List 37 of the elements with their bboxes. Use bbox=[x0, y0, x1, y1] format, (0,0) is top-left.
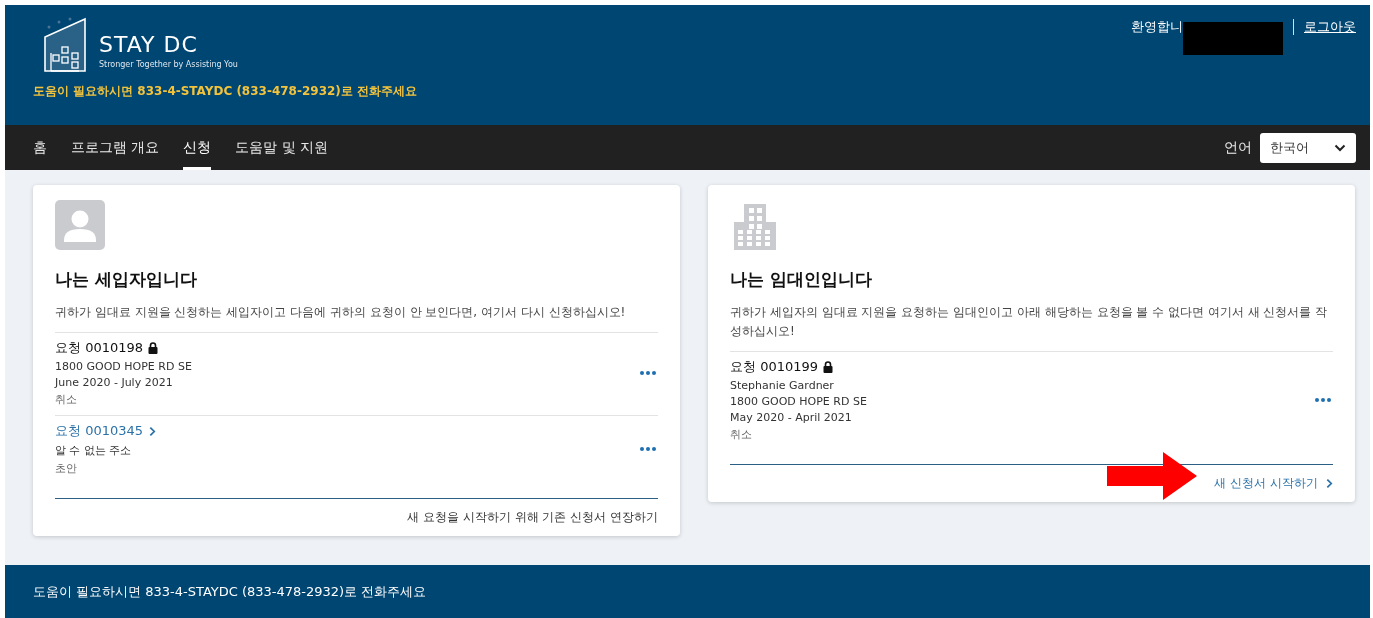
request-status: 취소 bbox=[730, 427, 753, 443]
welcome-text: 환영합니 bbox=[1131, 18, 1183, 36]
chevron-right-icon bbox=[1326, 478, 1333, 490]
logout-link[interactable]: 로그아웃 bbox=[1304, 18, 1356, 36]
logo-tagline: Stronger Together by Assisting You bbox=[99, 60, 238, 69]
request-detail: May 2020 - April 2021 bbox=[730, 411, 853, 425]
start-application-link[interactable]: 새 신청서 시작하기 bbox=[1214, 475, 1333, 493]
chevron-right-icon bbox=[149, 425, 157, 437]
helpline-text: 도움이 필요하시면 833-4-STAYDC (833-478-2932)로 전화주세요 bbox=[33, 83, 417, 100]
more-options-icon[interactable] bbox=[638, 369, 658, 378]
request-status: 초안 bbox=[55, 461, 78, 477]
logo-title: STAY DC bbox=[99, 34, 199, 56]
card-title: 나는 임대인입니다 bbox=[730, 268, 873, 291]
request-status: 취소 bbox=[55, 392, 78, 408]
extend-application-link[interactable]: 새 요청을 시작하기 위해 기존 신청서 연장하기 bbox=[407, 509, 658, 527]
more-options-icon[interactable] bbox=[1313, 396, 1333, 405]
language-label: 언어 bbox=[1224, 138, 1252, 157]
footer-helpline: 도움이 필요하시면 833-4-STAYDC (833-478-2932)로 전화주세요 bbox=[33, 582, 427, 601]
request-title: 요청 0010199 bbox=[730, 358, 819, 377]
language-select[interactable]: 한국어 bbox=[1260, 132, 1356, 163]
card-description: 귀하가 세입자의 임대료 지원을 요청하는 임대인이고 아래 해당하는 요청을 볼 수 없다면 여기서 새 신청서를 작성하십시오! bbox=[730, 304, 1329, 341]
request-detail: 알 수 없는 주소 bbox=[55, 443, 133, 459]
request-link[interactable]: 요청 0010345 bbox=[55, 422, 157, 441]
person-icon bbox=[55, 200, 105, 250]
nav-tab[interactable]: 신청 bbox=[183, 125, 212, 170]
request-detail: 1800 GOOD HOPE RD SE bbox=[55, 360, 192, 374]
card-description: 귀하가 임대료 지원을 신청하는 세입자이고 다음에 귀하의 요청이 안 보인다면, 여기서 다시 신청하십시오! bbox=[55, 304, 627, 321]
more-options-icon[interactable] bbox=[638, 445, 658, 454]
nav-tab[interactable]: 홈 bbox=[33, 125, 47, 170]
chevron-down-icon bbox=[1334, 143, 1346, 152]
card-title: 나는 세입자입니다 bbox=[55, 268, 198, 291]
nav-tab[interactable]: 도움말 및 지원 bbox=[235, 125, 329, 170]
nav-tab[interactable]: 프로그램 개요 bbox=[71, 125, 160, 170]
request-detail: 1800 GOOD HOPE RD SE bbox=[730, 395, 867, 409]
request-title: 요청 0010198 bbox=[55, 339, 144, 358]
request-detail: Stephanie Gardner bbox=[730, 379, 835, 393]
request-detail: June 2020 - July 2021 bbox=[55, 376, 174, 390]
